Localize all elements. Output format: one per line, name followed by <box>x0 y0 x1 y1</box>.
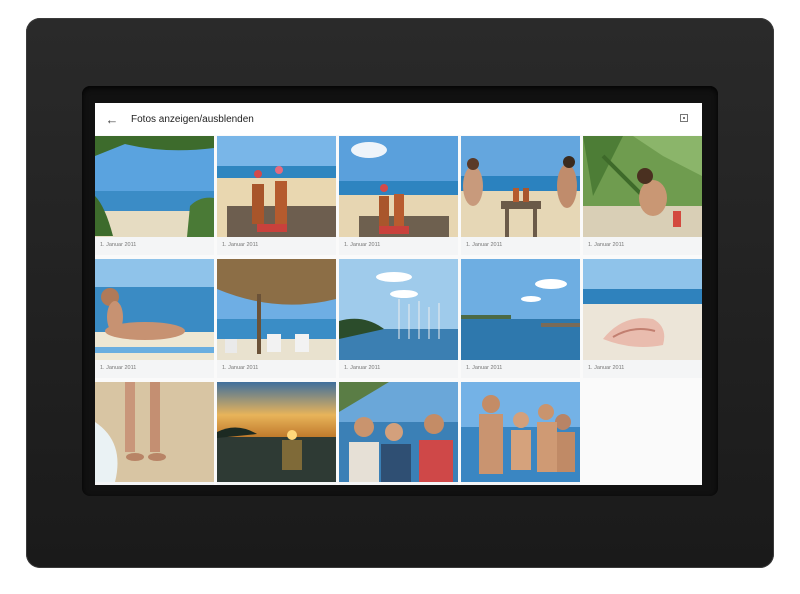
photo-beach-palm <box>95 136 214 237</box>
photo-tile[interactable]: 1. Januar 2011 <box>95 136 214 255</box>
photo-date: 1. Januar 2011 <box>344 365 381 371</box>
photo-feet-beach <box>95 382 214 482</box>
photo-tile[interactable]: 1. Januar 2011 <box>583 259 702 378</box>
photo-date: 1. Januar 2011 <box>466 365 503 371</box>
photo-harbor-boats <box>339 259 458 360</box>
photo-date: 1. Januar 2011 <box>588 365 625 371</box>
photo-woman-palms <box>583 136 702 237</box>
top-app-bar: ← Fotos anzeigen/ausblenden <box>95 103 702 135</box>
photo-sea-pier <box>461 259 580 360</box>
photo-tile[interactable]: 1. Januar 2011 <box>461 136 580 255</box>
photo-seashell <box>583 259 702 360</box>
photo-date: 1. Januar 2011 <box>466 242 503 248</box>
photo-tile[interactable]: 1. Januar 2011 <box>339 136 458 255</box>
photo-tile[interactable]: 1. Januar 2011 <box>583 136 702 255</box>
photo-couple-table <box>461 136 580 237</box>
photo-date: 1. Januar 2011 <box>344 242 381 248</box>
photo-cocktails-beach <box>339 136 458 237</box>
back-button[interactable]: ← <box>97 103 127 135</box>
square-dot-icon[interactable] <box>680 114 688 122</box>
photo-date: 1. Januar 2011 <box>100 365 137 371</box>
photo-tile[interactable]: 1. Januar 2011 <box>217 136 336 255</box>
photo-date: 1. Januar 2011 <box>588 242 625 248</box>
photo-grid: 1. Januar 2011 1. Januar 2011 1. Januar … <box>95 136 702 485</box>
photo-tile[interactable] <box>217 382 336 485</box>
photo-tile[interactable] <box>461 382 580 485</box>
photo-tile[interactable] <box>95 382 214 485</box>
page-title: Fotos anzeigen/ausblenden <box>131 113 254 125</box>
photo-tile[interactable]: 1. Januar 2011 <box>339 259 458 378</box>
photo-friends-group <box>339 382 458 482</box>
photo-tile[interactable]: 1. Januar 2011 <box>95 259 214 378</box>
photo-beach-umbrella <box>217 259 336 360</box>
arrow-left-icon: ← <box>105 111 119 127</box>
photo-tile[interactable]: 1. Januar 2011 <box>217 259 336 378</box>
photo-sunset <box>217 382 336 482</box>
photo-cocktails-table <box>217 136 336 237</box>
photo-friends-beach <box>461 382 580 482</box>
photo-date: 1. Januar 2011 <box>222 365 259 371</box>
photo-date: 1. Januar 2011 <box>222 242 259 248</box>
screen: ← Fotos anzeigen/ausblenden 1. Januar 20… <box>95 103 702 485</box>
photo-woman-lying <box>95 259 214 360</box>
photo-date: 1. Januar 2011 <box>100 242 137 248</box>
photo-tile[interactable] <box>339 382 458 485</box>
photo-tile[interactable]: 1. Januar 2011 <box>461 259 580 378</box>
